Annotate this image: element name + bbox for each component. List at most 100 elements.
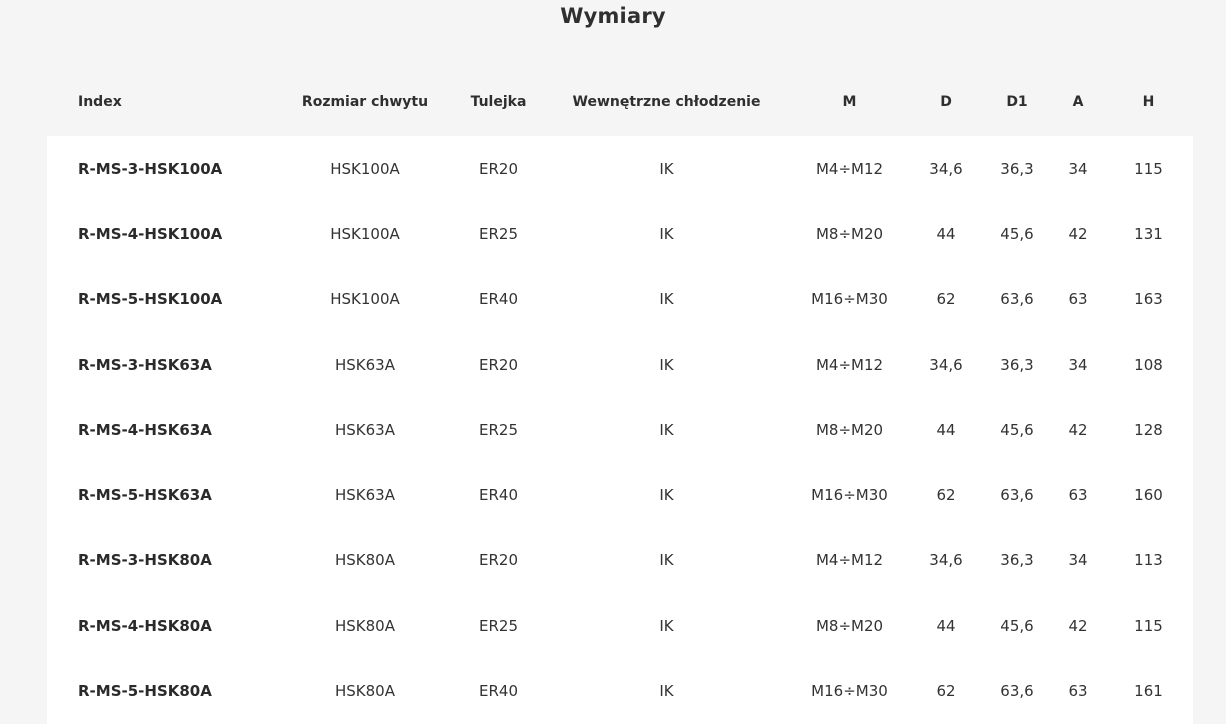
- cell-internal-cooling: IK: [659, 551, 674, 570]
- cell-h: 160: [1134, 486, 1163, 505]
- cell-d: 34,6: [929, 355, 963, 374]
- table-row: R-MS-5-HSK80A HSK80A ER40 IK M16÷M30 62 63,6 63…: [47, 658, 1193, 723]
- cell-h: 108: [1134, 355, 1163, 374]
- cell-m: M4÷M12: [815, 355, 884, 374]
- cell-d1: 45,6: [1000, 224, 1034, 243]
- cell-internal-cooling: IK: [659, 355, 674, 374]
- cell-m: M4÷M12: [815, 551, 884, 570]
- column-header-a: A: [1052, 67, 1104, 136]
- cell-index: R-MS-4-HSK63A: [78, 420, 212, 439]
- cell-d1: 63,6: [1000, 486, 1034, 505]
- cell-d1: 36,3: [1000, 159, 1034, 178]
- cell-h: 131: [1134, 224, 1163, 243]
- cell-a: 42: [1068, 420, 1088, 439]
- cell-a: 63: [1068, 682, 1088, 701]
- cell-d: 44: [936, 420, 956, 439]
- cell-index: R-MS-4-HSK100A: [78, 224, 223, 243]
- dimensions-table-container: Index Rozmiar chwytu Tulejka Wewnętrzne …: [47, 67, 1193, 724]
- cell-d: 62: [936, 682, 956, 701]
- page: Wymiary Index Rozmiar chwytu Tulejka Wew: [0, 0, 1226, 724]
- cell-collet: ER20: [479, 159, 518, 178]
- cell-a: 42: [1068, 224, 1088, 243]
- cell-internal-cooling: IK: [659, 420, 674, 439]
- table-header: Index Rozmiar chwytu Tulejka Wewnętrzne …: [47, 67, 1193, 136]
- table-body: R-MS-3-HSK100A HSK100A ER20 IK M4÷M12 34,6 36,…: [47, 136, 1193, 724]
- cell-h: 161: [1134, 682, 1163, 701]
- cell-a: 34: [1068, 159, 1088, 178]
- column-header-m: M: [789, 67, 910, 136]
- cell-internal-cooling: IK: [659, 224, 674, 243]
- cell-shank-size: HSK63A: [335, 355, 395, 374]
- cell-index: R-MS-5-HSK80A: [78, 682, 212, 701]
- cell-m: M16÷M30: [811, 290, 888, 309]
- cell-m: M8÷M20: [815, 420, 884, 439]
- cell-shank-size: HSK80A: [335, 682, 395, 701]
- cell-index: R-MS-3-HSK80A: [78, 551, 212, 570]
- cell-index: R-MS-5-HSK63A: [78, 486, 212, 505]
- cell-shank-size: HSK80A: [335, 551, 395, 570]
- cell-collet: ER25: [479, 224, 518, 243]
- column-header-index: Index: [47, 67, 277, 136]
- table-row: R-MS-3-HSK80A HSK80A ER20 IK M4÷M12 34,6 36,3 3…: [47, 528, 1193, 593]
- cell-d: 44: [936, 224, 956, 243]
- cell-index: R-MS-3-HSK100A: [78, 159, 223, 178]
- column-header-h: H: [1104, 67, 1193, 136]
- column-header-collet: Tulejka: [453, 67, 544, 136]
- cell-d: 62: [936, 486, 956, 505]
- cell-m: M8÷M20: [815, 616, 884, 635]
- cell-shank-size: HSK63A: [335, 486, 395, 505]
- cell-m: M4÷M12: [815, 159, 884, 178]
- cell-h: 113: [1134, 551, 1163, 570]
- column-header-d1: D1: [982, 67, 1052, 136]
- cell-d: 34,6: [929, 551, 963, 570]
- cell-collet: ER20: [479, 355, 518, 374]
- cell-d: 62: [936, 290, 956, 309]
- cell-d: 34,6: [929, 159, 963, 178]
- cell-h: 115: [1134, 616, 1163, 635]
- cell-d1: 36,3: [1000, 355, 1034, 374]
- cell-h: 115: [1134, 159, 1163, 178]
- dimensions-table: Index Rozmiar chwytu Tulejka Wewnętrzne …: [47, 67, 1193, 724]
- cell-collet: ER40: [479, 682, 518, 701]
- cell-index: R-MS-3-HSK63A: [78, 355, 212, 374]
- header-row: Index Rozmiar chwytu Tulejka Wewnętrzne …: [47, 67, 1193, 136]
- cell-d1: 36,3: [1000, 551, 1034, 570]
- cell-a: 63: [1068, 290, 1088, 309]
- cell-shank-size: HSK100A: [330, 159, 400, 178]
- cell-shank-size: HSK80A: [335, 616, 395, 635]
- cell-internal-cooling: IK: [659, 616, 674, 635]
- cell-h: 163: [1134, 290, 1163, 309]
- cell-d1: 63,6: [1000, 682, 1034, 701]
- cell-a: 63: [1068, 486, 1088, 505]
- cell-a: 34: [1068, 355, 1088, 374]
- cell-a: 34: [1068, 551, 1088, 570]
- cell-d1: 45,6: [1000, 616, 1034, 635]
- cell-m: M8÷M20: [815, 224, 884, 243]
- cell-a: 42: [1068, 616, 1088, 635]
- table-row: R-MS-5-HSK100A HSK100A ER40 IK M16÷M30 62 63,6…: [47, 267, 1193, 332]
- cell-shank-size: HSK63A: [335, 420, 395, 439]
- column-header-d: D: [910, 67, 982, 136]
- table-row: R-MS-3-HSK100A HSK100A ER20 IK M4÷M12 34,6 36,…: [47, 136, 1193, 201]
- cell-collet: ER20: [479, 551, 518, 570]
- column-header-shank-size: Rozmiar chwytu: [277, 67, 453, 136]
- cell-collet: ER40: [479, 290, 518, 309]
- cell-d1: 45,6: [1000, 420, 1034, 439]
- cell-d1: 63,6: [1000, 290, 1034, 309]
- table-row: R-MS-5-HSK63A HSK63A ER40 IK M16÷M30 62 63,6 63…: [47, 462, 1193, 527]
- cell-d: 44: [936, 616, 956, 635]
- cell-internal-cooling: IK: [659, 486, 674, 505]
- cell-internal-cooling: IK: [659, 682, 674, 701]
- cell-h: 128: [1134, 420, 1163, 439]
- cell-internal-cooling: IK: [659, 290, 674, 309]
- cell-collet: ER25: [479, 420, 518, 439]
- cell-index: R-MS-5-HSK100A: [78, 290, 223, 309]
- page-title: Wymiary: [560, 4, 666, 28]
- table-row: R-MS-4-HSK80A HSK80A ER25 IK M8÷M20 44 45,6 42 1…: [47, 593, 1193, 658]
- table-row: R-MS-3-HSK63A HSK63A ER20 IK M4÷M12 34,6 36,3 3…: [47, 332, 1193, 397]
- table-row: R-MS-4-HSK100A HSK100A ER25 IK M8÷M20 44 45,6 4…: [47, 201, 1193, 266]
- cell-shank-size: HSK100A: [330, 290, 400, 309]
- cell-collet: ER25: [479, 616, 518, 635]
- table-row: R-MS-4-HSK63A HSK63A ER25 IK M8÷M20 44 45,6 42 1…: [47, 397, 1193, 462]
- column-header-internal-cooling: Wewnętrzne chłodzenie: [544, 67, 789, 136]
